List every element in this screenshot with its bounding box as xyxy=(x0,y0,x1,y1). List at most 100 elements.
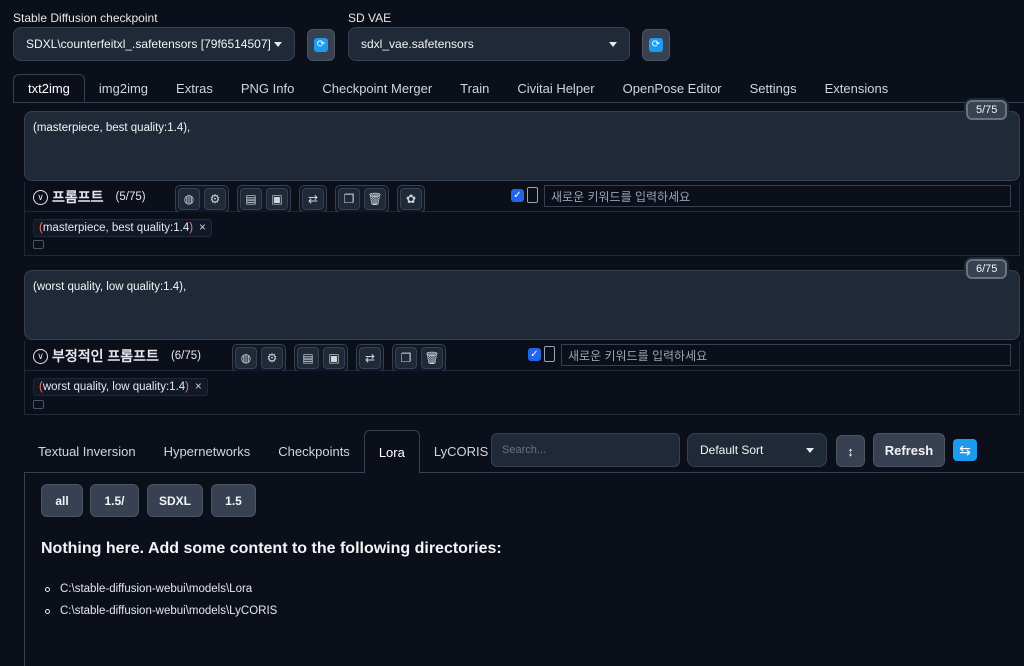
prompt-tools: ◍ ⚙ ▤ ▣ ⇄ ❐ 🗑 ✿ xyxy=(175,185,425,213)
negative-title: 부정적인 프롬프트 xyxy=(52,348,159,364)
network-tabs: Textual Inversion Hypernetworks Checkpoi… xyxy=(24,430,502,473)
search-placeholder: Search... xyxy=(502,444,547,456)
tool-group-3: ⇄ xyxy=(356,344,384,372)
checkpoint-dropdown[interactable]: SDXL\counterfeitxl_.safetensors [79f6514… xyxy=(13,27,295,61)
tool-group-2: ▤ ▣ xyxy=(237,185,291,213)
tab-lycoris[interactable]: LyCORIS xyxy=(420,430,502,473)
translate-icon[interactable]: ⇄ xyxy=(302,188,324,210)
prompt-keyword-row: ✓ xyxy=(511,187,538,203)
filter-sdxl-button[interactable]: SDXL xyxy=(147,484,203,517)
refresh-icon: ⟳ xyxy=(314,38,328,52)
tool-group-4: ❐ 🗑 xyxy=(335,185,389,213)
bookmark-icon[interactable]: ▣ xyxy=(323,347,345,369)
trash-icon[interactable]: 🗑 xyxy=(364,188,386,210)
chevron-down-icon xyxy=(806,447,814,453)
tool-group-4: ❐ 🗑 xyxy=(392,344,446,372)
gear-icon[interactable]: ⚙ xyxy=(204,188,226,210)
trash-icon[interactable]: 🗑 xyxy=(421,347,443,369)
prompt-keyword-input[interactable]: 새로운 키워드를 입력하세요 xyxy=(544,185,1011,207)
directory-path: C:\stable-diffusion-webui\models\Lora xyxy=(60,583,253,595)
negative-count: (6/75) xyxy=(170,350,201,362)
refresh-button[interactable]: Refresh xyxy=(873,433,945,467)
chip-close-paren: ) xyxy=(189,222,194,234)
tab-lora[interactable]: Lora xyxy=(363,430,420,473)
bullet-icon xyxy=(45,608,50,614)
vae-refresh-button[interactable]: ⟳ xyxy=(642,29,670,61)
directory-list: C:\stable-diffusion-webui\models\Lora C:… xyxy=(45,578,277,622)
negative-keyword-row: ✓ xyxy=(528,346,555,362)
copy-icon[interactable]: ❐ xyxy=(395,347,417,369)
translate-icon[interactable]: ⇄ xyxy=(359,347,381,369)
chip-close-paren: ) xyxy=(185,381,190,393)
tab-img2img[interactable]: img2img xyxy=(85,74,162,102)
tab-extensions[interactable]: Extensions xyxy=(811,74,903,102)
negative-chip[interactable]: (worst quality, low quality:1.4) × xyxy=(33,378,208,396)
prompt-textarea[interactable]: (masterpiece, best quality:1.4), xyxy=(24,111,1020,181)
prompt-token-counter: 5/75 xyxy=(966,100,1008,120)
tab-train[interactable]: Train xyxy=(446,74,503,102)
expand-icon[interactable] xyxy=(527,187,538,203)
refresh-icon[interactable]: ⇆ xyxy=(953,439,977,461)
refresh-label: Refresh xyxy=(884,442,934,458)
tool-group-1: ◍ ⚙ xyxy=(175,185,229,213)
keyword-placeholder: 새로운 키워드를 입력하세요 xyxy=(568,348,708,363)
tab-settings[interactable]: Settings xyxy=(736,74,811,102)
negative-textarea[interactable]: (worst quality, low quality:1.4), xyxy=(24,270,1020,340)
refresh-icon: ⟳ xyxy=(649,38,663,52)
translate-icon[interactable] xyxy=(33,400,44,409)
keyword-checkbox[interactable]: ✓ xyxy=(511,188,524,202)
prompt-title: 프롬프트 xyxy=(52,189,104,205)
tool-group-1: ◍ ⚙ xyxy=(232,344,286,372)
negative-keyword-input[interactable]: 새로운 키워드를 입력하세요 xyxy=(561,344,1011,366)
sort-direction-button[interactable]: ↕ xyxy=(836,435,865,467)
globe-icon[interactable]: ◍ xyxy=(178,188,200,210)
bookmark-icon[interactable]: ▣ xyxy=(266,188,288,210)
expand-icon[interactable] xyxy=(544,346,555,362)
chip-text: masterpiece, best quality:1.4 xyxy=(42,222,190,234)
gear-icon[interactable]: ⚙ xyxy=(261,347,283,369)
filter-all-button[interactable]: all xyxy=(41,484,83,517)
checkpoint-refresh-button[interactable]: ⟳ xyxy=(307,29,335,61)
keyword-checkbox[interactable]: ✓ xyxy=(528,347,541,361)
vae-value: sdxl_vae.safetensors xyxy=(361,37,474,51)
tab-hypernetworks[interactable]: Hypernetworks xyxy=(150,430,265,473)
prompt-header: ∨ 프롬프트 (5/75) xyxy=(33,187,146,207)
search-input[interactable]: Search... xyxy=(491,433,680,467)
tab-png-info[interactable]: PNG Info xyxy=(227,74,308,102)
prompt-chip[interactable]: (masterpiece, best quality:1.4) × xyxy=(33,219,212,237)
tab-txt2img[interactable]: txt2img xyxy=(13,74,85,102)
close-icon[interactable]: × xyxy=(195,381,202,393)
prompt-text: (masterpiece, best quality:1.4), xyxy=(33,122,191,134)
tool-group-3: ⇄ xyxy=(299,185,327,213)
directory-path: C:\stable-diffusion-webui\models\LyCORIS xyxy=(60,605,278,617)
vae-dropdown[interactable]: sdxl_vae.safetensors xyxy=(348,27,630,61)
copy-icon[interactable]: ❐ xyxy=(338,188,360,210)
openai-icon[interactable]: ✿ xyxy=(400,188,422,210)
tab-checkpoints[interactable]: Checkpoints xyxy=(264,430,364,473)
clipboard-icon[interactable]: ▤ xyxy=(297,347,319,369)
sort-value: Default Sort xyxy=(700,443,764,457)
filter-15-button[interactable]: 1.5 xyxy=(211,484,256,517)
tab-civitai-helper[interactable]: Civitai Helper xyxy=(503,74,608,102)
tab-checkpoint-merger[interactable]: Checkpoint Merger xyxy=(308,74,446,102)
list-item: C:\stable-diffusion-webui\models\Lora xyxy=(45,578,277,600)
tab-extras[interactable]: Extras xyxy=(162,74,227,102)
clipboard-icon[interactable]: ▤ xyxy=(240,188,262,210)
negative-text: (worst quality, low quality:1.4), xyxy=(33,281,187,293)
chip-text: worst quality, low quality:1.4 xyxy=(42,381,186,393)
main-tabs: txt2img img2img Extras PNG Info Checkpoi… xyxy=(13,74,1024,103)
tab-openpose-editor[interactable]: OpenPose Editor xyxy=(609,74,736,102)
tab-textual-inversion[interactable]: Textual Inversion xyxy=(24,430,150,473)
list-item: C:\stable-diffusion-webui\models\LyCORIS xyxy=(45,600,277,622)
close-icon[interactable]: × xyxy=(199,222,206,234)
translate-icon[interactable] xyxy=(33,240,44,249)
collapse-icon[interactable]: ∨ xyxy=(33,189,48,205)
tool-group-2: ▤ ▣ xyxy=(294,344,348,372)
negative-tools: ◍ ⚙ ▤ ▣ ⇄ ❐ 🗑 xyxy=(232,344,446,372)
collapse-icon[interactable]: ∨ xyxy=(33,348,48,364)
globe-icon[interactable]: ◍ xyxy=(235,347,257,369)
tool-group-5: ✿ xyxy=(397,185,425,213)
chevron-down-icon xyxy=(274,41,282,47)
filter-15-slash-button[interactable]: 1.5/ xyxy=(90,484,139,517)
sort-dropdown[interactable]: Default Sort xyxy=(687,433,827,467)
